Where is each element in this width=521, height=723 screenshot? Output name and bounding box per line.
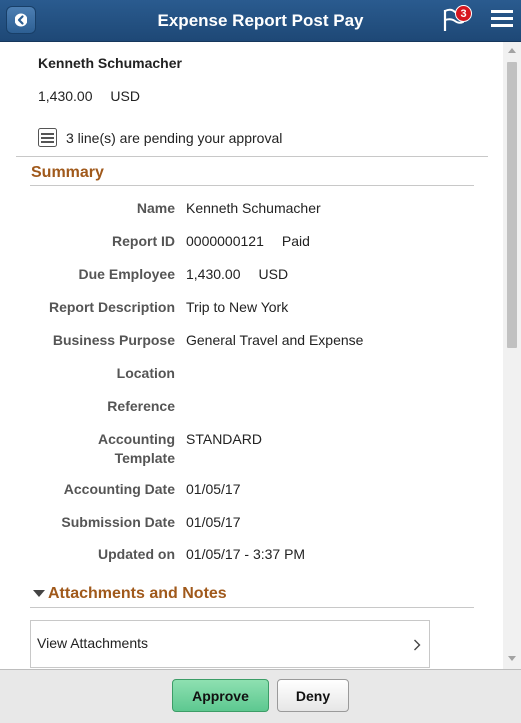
summary-label-accounting-template: Accounting Template	[20, 430, 175, 468]
label-line-2: Template	[114, 450, 175, 466]
employee-name-heading: Kenneth Schumacher	[38, 55, 182, 71]
summary-label-accounting-date: Accounting Date	[63, 481, 175, 497]
divider	[30, 607, 474, 608]
view-attachments-label: View Attachments	[37, 635, 149, 651]
vertical-scrollbar[interactable]	[503, 42, 521, 669]
summary-label-reference: Reference	[107, 398, 175, 414]
notification-badge: 3	[455, 5, 472, 22]
pending-lines-link[interactable]: 3 line(s) are pending your approval	[38, 128, 282, 147]
view-attachments-button[interactable]: View Attachments	[30, 620, 430, 668]
summary-value-name: Kenneth Schumacher	[186, 200, 321, 216]
summary-value-accounting-template: STANDARD	[186, 431, 262, 447]
main-content: Kenneth Schumacher 1,430.00 USD 3 line(s…	[0, 42, 503, 669]
pending-text: 3 line(s) are pending your approval	[66, 129, 283, 146]
divider	[30, 185, 474, 186]
scroll-down-arrow-icon[interactable]	[508, 656, 516, 661]
amount-value: 1,430.00	[38, 88, 93, 104]
collapse-triangle-icon[interactable]	[33, 590, 45, 597]
summary-label-report-description: Report Description	[48, 299, 175, 315]
summary-label-due-employee: Due Employee	[78, 266, 175, 282]
summary-value-due-employee: 1,430.00 USD	[186, 265, 288, 284]
hamburger-menu-icon[interactable]	[491, 10, 513, 30]
app-header: Expense Report Post Pay 3	[0, 0, 521, 42]
approve-button[interactable]: Approve	[172, 679, 269, 712]
chevron-right-icon	[414, 639, 421, 651]
due-amount: 1,430.00	[186, 266, 241, 282]
lines-icon	[38, 128, 57, 147]
report-amount: 1,430.00 USD	[38, 88, 140, 104]
action-footer: Approve Deny	[0, 669, 521, 723]
attachments-section-title[interactable]: Attachments and Notes	[48, 585, 227, 603]
summary-value-updated-on: 01/05/17 - 3:37 PM	[186, 546, 306, 562]
summary-value-submission-date: 01/05/17	[186, 514, 241, 530]
due-currency: USD	[258, 266, 289, 282]
summary-label-business-purpose: Business Purpose	[52, 332, 175, 348]
summary-label-location: Location	[116, 365, 175, 381]
summary-section-title: Summary	[31, 164, 104, 181]
scrollbar-thumb[interactable]	[507, 62, 517, 348]
summary-label-updated-on: Updated on	[98, 546, 175, 562]
summary-label-name: Name	[136, 200, 175, 216]
divider	[16, 156, 488, 157]
summary-value-business-purpose: General Travel and Expense	[186, 332, 364, 348]
label-line-1: Accounting	[98, 431, 175, 447]
summary-value-report-description: Trip to New York	[186, 299, 289, 315]
summary-label-report-id: Report ID	[112, 233, 175, 249]
scroll-up-arrow-icon[interactable]	[508, 48, 516, 53]
report-status: Paid	[281, 233, 310, 249]
summary-value-accounting-date: 01/05/17	[186, 481, 241, 497]
report-id-value: 0000000121	[186, 233, 264, 249]
summary-value-report-id: 0000000121 Paid	[186, 232, 310, 251]
amount-currency: USD	[110, 88, 140, 104]
deny-button[interactable]: Deny	[277, 679, 349, 712]
summary-label-submission-date: Submission Date	[61, 514, 175, 530]
